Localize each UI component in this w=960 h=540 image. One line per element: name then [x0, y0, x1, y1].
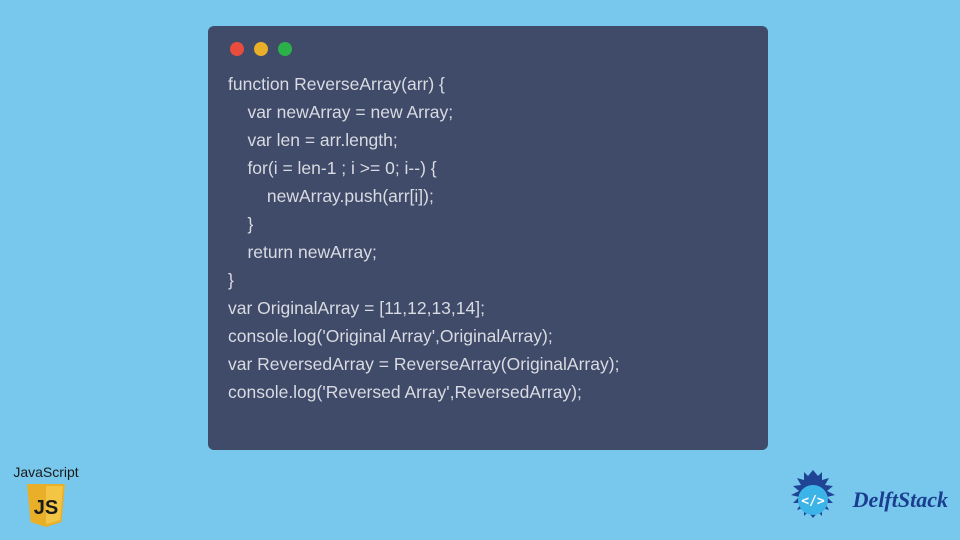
minimize-dot-icon	[254, 42, 268, 56]
javascript-shield-icon: JS	[25, 482, 67, 528]
code-block: function ReverseArray(arr) { var newArra…	[228, 70, 748, 406]
window-controls	[230, 42, 748, 56]
code-window: function ReverseArray(arr) { var newArra…	[208, 26, 768, 450]
delftstack-text: DelftStack	[853, 487, 948, 513]
js-icon-text: JS	[34, 497, 58, 519]
close-dot-icon	[230, 42, 244, 56]
javascript-badge: JavaScript JS	[6, 464, 86, 528]
javascript-label: JavaScript	[6, 464, 86, 480]
svg-text:</>: </>	[801, 494, 825, 509]
delftstack-brand: </> DelftStack	[779, 466, 948, 534]
delftstack-logo-icon: </>	[779, 466, 847, 534]
maximize-dot-icon	[278, 42, 292, 56]
